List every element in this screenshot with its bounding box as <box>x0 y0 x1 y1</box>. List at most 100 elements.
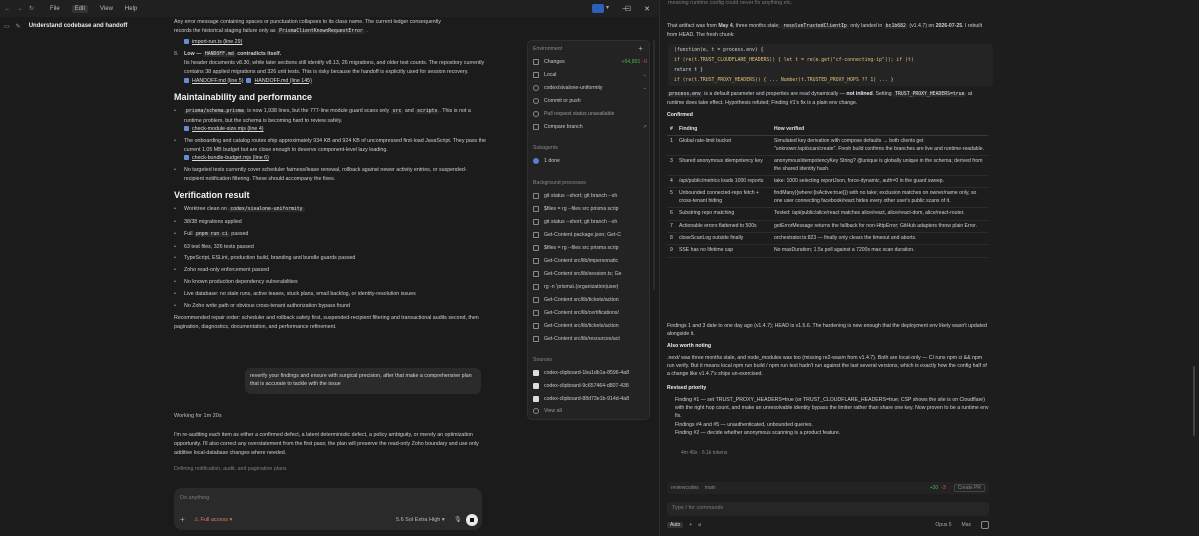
access-selector[interactable]: ⚠ Full access ▾ <box>194 517 232 523</box>
image-icon <box>533 370 539 376</box>
list-number: 8. <box>174 50 179 57</box>
forward-icon[interactable]: → <box>15 6 24 12</box>
bullet: • <box>174 255 176 262</box>
column-header: How verified <box>771 124 988 137</box>
item-heading: contradicts itself. <box>237 50 282 57</box>
text: 63 test files, 326 tests passed <box>184 243 254 250</box>
bullet: • <box>174 108 176 115</box>
process-row[interactable]: $files = rg --files src prisma scrip <box>533 206 647 212</box>
column-header: # <box>667 124 676 137</box>
effort-selector[interactable]: Max <box>962 522 971 528</box>
model-selector[interactable]: Opus 5 <box>935 522 951 528</box>
menu-help[interactable]: Help <box>125 6 137 12</box>
text: May 4 <box>718 23 733 29</box>
process-row[interactable]: Get-Content src/lib/impersonatic <box>533 258 647 264</box>
text-line: Any error message containing spaces or p… <box>174 19 441 25</box>
sidebar-toggle-icon[interactable]: ▭ <box>4 23 10 30</box>
file-link[interactable]: HANDOFF.md (line 145) <box>254 78 311 84</box>
repo-name[interactable]: reviewcodes <box>671 485 699 491</box>
agent-icon <box>533 158 539 164</box>
row-label: git status --short; git branch --sh <box>544 219 618 225</box>
scrollbar[interactable] <box>1193 366 1195 436</box>
view-all-link[interactable]: View all <box>533 408 647 414</box>
row-label: Get-Content src/lib/session.ts; Ge <box>544 271 622 277</box>
send-button[interactable] <box>466 514 478 526</box>
list-item: • 63 test files, 326 tests passed <box>174 243 486 252</box>
model-label: 5.6 Sol Extra High <box>396 517 441 523</box>
new-chat-icon[interactable]: ✎ <box>16 23 21 30</box>
source-row[interactable]: codex-clipboard-9c657464-d807-438 <box>533 383 647 389</box>
process-row[interactable]: Get-Content src/lib/tickets/action <box>533 323 647 329</box>
paragraph: Recommended repair order: scheduler and … <box>174 315 479 330</box>
diff-icon <box>533 59 539 65</box>
back-icon[interactable]: ← <box>3 6 12 12</box>
composer-input[interactable]: Do anything <box>180 495 209 501</box>
link-text[interactable]: import-run.ts (line 29) <box>192 39 242 45</box>
row-label: git status --short; git branch --sh <box>544 193 618 199</box>
file-link[interactable]: import-run.ts (line 29) <box>184 38 486 47</box>
add-icon[interactable]: + <box>689 522 692 528</box>
local-row[interactable]: Local ⌄ <box>533 72 647 78</box>
row-label: Get-Content src/lib/impersonatic <box>544 258 619 264</box>
row-label: codex-clipboard-1ba1db1a-8596-4a8 <box>544 370 630 376</box>
file-icon <box>184 155 189 161</box>
process-row[interactable]: Get-Content src/lib/session.ts; Ge <box>533 271 647 277</box>
table-row: 7 Actionable errors flattened to 500s getE… <box>667 220 988 234</box>
item-body: Its header documents v8.30, while later … <box>184 60 485 75</box>
auto-toggle[interactable]: Auto <box>667 522 684 528</box>
branch-row[interactable]: codex/sivalone-uniformity ⌄ <box>533 85 647 91</box>
scrollbar[interactable] <box>653 40 655 290</box>
section-heading: Verification result <box>174 190 250 201</box>
row-label: codex-clipboard-9c657464-d807-438 <box>544 383 629 389</box>
refresh-icon[interactable]: ↻ <box>27 5 36 12</box>
mic-icon[interactable]: 🎙 <box>454 516 462 523</box>
image-icon <box>533 396 539 402</box>
compare-row[interactable]: Compare branch ↗ <box>533 124 647 130</box>
add-icon[interactable]: + <box>180 515 185 524</box>
inline-code: TRUST_PROXY_HEADERS=true <box>893 92 967 97</box>
deletions-count: -3 <box>941 485 946 491</box>
file-link[interactable]: check-module-size.mjs (line 4) <box>192 126 264 132</box>
source-row[interactable]: codex-clipboard-1ba1db1a-8596-4a8 <box>533 370 647 376</box>
create-pr-button[interactable]: Create PR <box>953 484 985 492</box>
working-status[interactable]: Working for 1m 20s <box>174 413 222 419</box>
process-row[interactable]: $files = rg --files src prisma scrip <box>533 245 647 251</box>
model-selector[interactable]: 5.6 Sol Extra High ▾ <box>396 517 445 523</box>
process-row[interactable]: Get-Content src/lib/certifications/ <box>533 310 647 316</box>
environment-panel: Environment + Changes +54,891 -0 Local ⌄ co… <box>527 40 650 420</box>
close-button[interactable]: ✕ <box>635 0 659 17</box>
process-row[interactable]: Get-Content package.json; Get-C <box>533 232 647 238</box>
paragraph: .next/ was three months stale, and node_… <box>667 355 987 378</box>
subagents-row[interactable]: 1 done <box>533 158 647 164</box>
composer[interactable]: Do anything + ⚠ Full access ▾ 5.6 Sol Ex… <box>174 488 482 530</box>
menu-edit[interactable]: Edit <box>71 4 89 13</box>
cell: No maxDuration; 1.5s poll against a 7200… <box>771 244 988 258</box>
cell: findMany({where:{isActive:true}}) with n… <box>771 187 988 209</box>
chevron-down-icon: ⌄ <box>642 85 647 91</box>
attach-icon[interactable]: ⌀ <box>698 522 701 528</box>
command-input[interactable]: Type / for commands <box>667 502 989 516</box>
changes-row[interactable]: Changes +54,891 -0 <box>533 59 647 65</box>
pull-request-icon <box>533 111 539 117</box>
menu-view[interactable]: View <box>100 6 113 12</box>
process-row[interactable]: git status --short; git branch --sh <box>533 193 647 199</box>
branch-name[interactable]: main <box>705 485 716 491</box>
menu-file[interactable]: File <box>50 6 60 12</box>
process-row[interactable]: Get-Content src/lib/resources/act <box>533 336 647 342</box>
source-row[interactable]: codex-clipboard-88d73e1b-914d-4a8 <box>533 396 647 402</box>
commit-row[interactable]: Commit or push <box>533 98 647 104</box>
status-bar: reviewcodes main +30 -3 Create PR <box>667 482 989 494</box>
file-link[interactable]: check-bundle-budget.mjs (line 6) <box>192 155 269 161</box>
send-icon[interactable] <box>981 521 989 529</box>
minimize-icon[interactable] <box>588 0 612 17</box>
process-row[interactable]: git status --short; git branch --sh <box>533 219 647 225</box>
bullet: • <box>174 290 176 297</box>
process-row[interactable]: Get-Content src/lib/tickets/action <box>533 297 647 303</box>
terminal-icon <box>533 258 539 264</box>
bullet: • <box>174 278 176 285</box>
text: Full <box>184 230 193 237</box>
file-link[interactable]: HANDOFF.md (line 5) <box>192 78 244 84</box>
row-label: rg -n 'prisma\.(organization|user| <box>544 284 619 290</box>
process-row[interactable]: rg -n 'prisma\.(organization|user| <box>533 284 647 290</box>
add-icon[interactable]: + <box>638 44 643 53</box>
